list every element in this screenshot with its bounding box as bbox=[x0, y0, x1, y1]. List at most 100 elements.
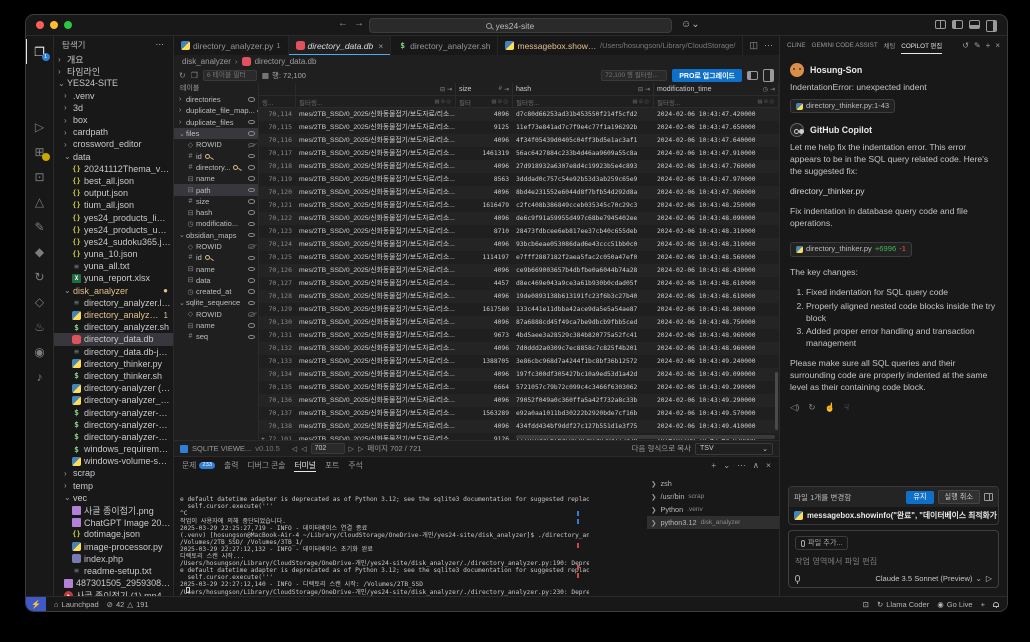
view-diff-icon[interactable] bbox=[984, 493, 993, 501]
table-row[interactable]: 70,133 mes/2TB_SSD/0_2025/신화동물접기/보도자료/리소… bbox=[259, 355, 779, 368]
schema-node[interactable]: ⊟ name bbox=[174, 263, 258, 274]
activity-bar-item[interactable]: ◇ bbox=[26, 289, 54, 314]
close-panel-icon[interactable]: × bbox=[766, 460, 771, 471]
visibility-eye-icon[interactable] bbox=[248, 165, 255, 170]
cell-size[interactable]: 9125 bbox=[456, 121, 513, 134]
activity-bar-item[interactable]: ♨ bbox=[26, 314, 54, 339]
visibility-eye-icon[interactable] bbox=[248, 131, 255, 136]
terminal-output[interactable]: e default datetime adapter is deprecated… bbox=[180, 475, 589, 596]
table-row[interactable]: 70,125 mes/2TB_SSD/0_2025/신화동물접기/보도자료/리소… bbox=[259, 251, 779, 264]
pin-column-icon[interactable]: ⇥ bbox=[447, 86, 452, 93]
cell-modification-time[interactable]: 2024-02-06 10:43:47.650000 bbox=[654, 121, 779, 134]
cell-hash[interactable]: 79052f049a0c360ffa5a42f732a8c33b bbox=[513, 394, 654, 407]
cell-modification-time[interactable]: 2024-02-06 10:43:47.760000 bbox=[654, 160, 779, 173]
cell-hash[interactable]: d8ec469e043a9ce3a61b930b0cdad05f bbox=[513, 277, 654, 290]
search-input[interactable] bbox=[496, 21, 556, 31]
cell-hash[interactable]: 3dddad0c757c54e92b53d3ab259c65e9 bbox=[513, 173, 654, 186]
cell-size[interactable]: 1616479 bbox=[456, 199, 513, 212]
cell-path[interactable]: mes/2TB_SSD/0_2025/신화동물접기/보도자료/리소... bbox=[296, 381, 456, 394]
prev-page-icon[interactable]: ◁ bbox=[301, 445, 306, 453]
table-row[interactable]: 70,130 mes/2TB_SSD/0_2025/신화동물접기/보도자료/리소… bbox=[259, 316, 779, 329]
schema-node[interactable]: › directories bbox=[174, 94, 258, 105]
tab-messagebox-file[interactable]: messagebox.showinfo("완료", "데이터베이스 최적화가 완… bbox=[498, 36, 743, 55]
cell-size[interactable]: 4096 bbox=[456, 264, 513, 277]
table-row[interactable]: 70,123 mes/2TB_SSD/0_2025/신화동물접기/보도자료/리소… bbox=[259, 225, 779, 238]
visibility-eye-icon[interactable] bbox=[248, 188, 255, 193]
cell-size[interactable]: 4096 bbox=[456, 316, 513, 329]
row-filter-input[interactable] bbox=[601, 70, 667, 81]
table-row[interactable]: 70,134 mes/2TB_SSD/0_2025/신화동물접기/보도자료/리소… bbox=[259, 368, 779, 381]
remote-indicator[interactable]: ⚡ bbox=[26, 597, 46, 611]
cell-modification-time[interactable]: 2024-02-06 10:43:49.290000 bbox=[654, 381, 779, 394]
schema-node[interactable]: ◇ ROWID bbox=[174, 309, 258, 320]
file-tree-item[interactable]: image-processor.py bbox=[54, 541, 173, 553]
cell-path[interactable]: mes/2TB_SSD/0_2025/신화동물접기/보도자료/리소... bbox=[296, 277, 456, 290]
toggle-secondary-sidebar-icon[interactable] bbox=[986, 20, 997, 32]
breadcrumb[interactable]: disk_analyzer › directory_data.db bbox=[174, 55, 779, 68]
screencast-icon[interactable]: ⊡ bbox=[863, 600, 869, 609]
filter-options-icons[interactable]: ▦⊘◎ bbox=[757, 99, 775, 105]
table-row[interactable]: 70,115 mes/2TB_SSD/0_2025/신화동물접기/보도자료/리소… bbox=[259, 121, 779, 134]
customize-layout-icon[interactable] bbox=[935, 20, 946, 29]
activity-bar-item[interactable]: ❐ 1 bbox=[26, 39, 54, 64]
cell-hash[interactable]: de6c9f91a59955d497c68be7945402ee bbox=[513, 212, 654, 225]
table-row[interactable]: 70,138 mes/2TB_SSD/0_2025/신화동물접기/보도자료/리소… bbox=[259, 420, 779, 433]
visibility-eye-icon[interactable] bbox=[248, 233, 255, 238]
model-picker[interactable]: Claude 3.5 Sonnet (Preview) ⌄ bbox=[875, 574, 981, 583]
file-tree-item[interactable]: › 타임라인 bbox=[54, 65, 173, 77]
cell-path[interactable]: mes/2TB_SSD/0_2025/신화동물접기/보도자료/리소... bbox=[296, 394, 456, 407]
cell-hash[interactable]: 19de0893138b613191fc23f6b3c27b40 bbox=[513, 290, 654, 303]
activity-bar-item[interactable]: ♪ bbox=[26, 364, 54, 389]
rownum-filter[interactable]: 링... bbox=[259, 96, 296, 107]
terminal-list-item[interactable]: ❯ zsh bbox=[647, 477, 779, 490]
visibility-eye-icon[interactable] bbox=[248, 278, 255, 283]
table-row[interactable]: 70,124 mes/2TB_SSD/0_2025/신화동물접기/보도자료/리소… bbox=[259, 238, 779, 251]
cell-path[interactable]: mes/2TB_SSD/0_2025/신화동물접기/보도자료/리소... bbox=[296, 160, 456, 173]
file-tree-item[interactable]: › 3d bbox=[54, 102, 173, 114]
table-filter-input[interactable] bbox=[203, 70, 257, 81]
cell-hash[interactable]: 28473fdbcee6eb817ee37cb40c655deb bbox=[513, 225, 654, 238]
cell-size[interactable]: 4457 bbox=[456, 277, 513, 290]
cell-size[interactable]: 1563289 bbox=[456, 407, 513, 420]
cell-hash[interactable]: c2fc408b386849cceb035345c70c29c3 bbox=[513, 199, 654, 212]
panel-more-icon[interactable]: ⋯ bbox=[737, 460, 746, 471]
file-tree-item[interactable]: directory-analyzer-usage.sh bbox=[54, 431, 173, 443]
cell-hash[interactable]: 93bcb6eae053086dad6e43ccc51bb0c0 bbox=[513, 238, 654, 251]
cell-path[interactable]: mes/2TB_SSD/0_2025/신화동물접기/보도자료/리소... bbox=[296, 108, 456, 121]
cell-hash[interactable]: 5721057c79b72c099c4c3466f6303062 bbox=[513, 381, 654, 394]
activity-bar-item[interactable]: ◉ bbox=[26, 339, 54, 364]
file-tree-item[interactable]: windows-volume-scanner.py bbox=[54, 455, 173, 467]
cell-modification-time[interactable]: 2024-02-06 10:43:48.430000 bbox=[654, 264, 779, 277]
table-row[interactable]: 70,129 mes/2TB_SSD/0_2025/신화동물접기/보도자료/리소… bbox=[259, 303, 779, 316]
new-chat-icon[interactable]: + bbox=[986, 41, 991, 50]
copilot-menu-icon[interactable]: ☺⌄ bbox=[681, 19, 700, 30]
forward-icon[interactable]: → bbox=[354, 18, 370, 29]
schema-node[interactable]: › duplicate_files bbox=[174, 117, 258, 128]
file-tree-item[interactable]: directory-analyzer (2).py bbox=[54, 382, 173, 394]
visibility-eye-icon[interactable] bbox=[248, 323, 255, 328]
table-row[interactable]: 70,137 mes/2TB_SSD/0_2025/신화동물접기/보도자료/리소… bbox=[259, 407, 779, 420]
activity-bar-item[interactable] bbox=[26, 64, 54, 89]
add-row-icon[interactable]: + bbox=[261, 433, 265, 440]
close-icon[interactable]: × bbox=[995, 41, 1000, 50]
file-tree-item[interactable]: › 개요 bbox=[54, 53, 173, 65]
command-center-search[interactable] bbox=[369, 18, 672, 33]
cell-size[interactable]: 1114197 bbox=[456, 251, 513, 264]
cell-size[interactable]: 4096 bbox=[456, 186, 513, 199]
copy-format-select[interactable]: TSV ⌄ bbox=[695, 443, 773, 455]
breadcrumb-folder[interactable]: disk_analyzer bbox=[182, 57, 231, 66]
visibility-eye-icon[interactable] bbox=[248, 154, 255, 159]
schema-node[interactable]: # id bbox=[174, 252, 258, 263]
table-row[interactable]: 70,135 mes/2TB_SSD/0_2025/신화동물접기/보도자료/리소… bbox=[259, 381, 779, 394]
toggle-panel-icon[interactable] bbox=[969, 20, 980, 29]
schema-node[interactable]: ⊟ data bbox=[174, 275, 258, 286]
undo-icon[interactable]: ↺ bbox=[962, 41, 969, 50]
time-filter[interactable]: 필터링...▦⊘◎ bbox=[654, 96, 779, 107]
cell-hash[interactable]: 11ef73e841ad7c7f9e4c77f1a196292b bbox=[513, 121, 654, 134]
cell-modification-time[interactable]: 2024-02-06 10:43:49.290000 bbox=[654, 394, 779, 407]
keep-button[interactable]: 유지 bbox=[906, 491, 933, 504]
file-tree-item[interactable]: directory-analyzer-usage-d3... bbox=[54, 419, 173, 431]
activity-bar-item[interactable]: ⊞ bbox=[26, 139, 54, 164]
viewer-layout-left-icon[interactable] bbox=[747, 71, 758, 80]
schema-node[interactable]: ⌄ files bbox=[174, 128, 258, 139]
